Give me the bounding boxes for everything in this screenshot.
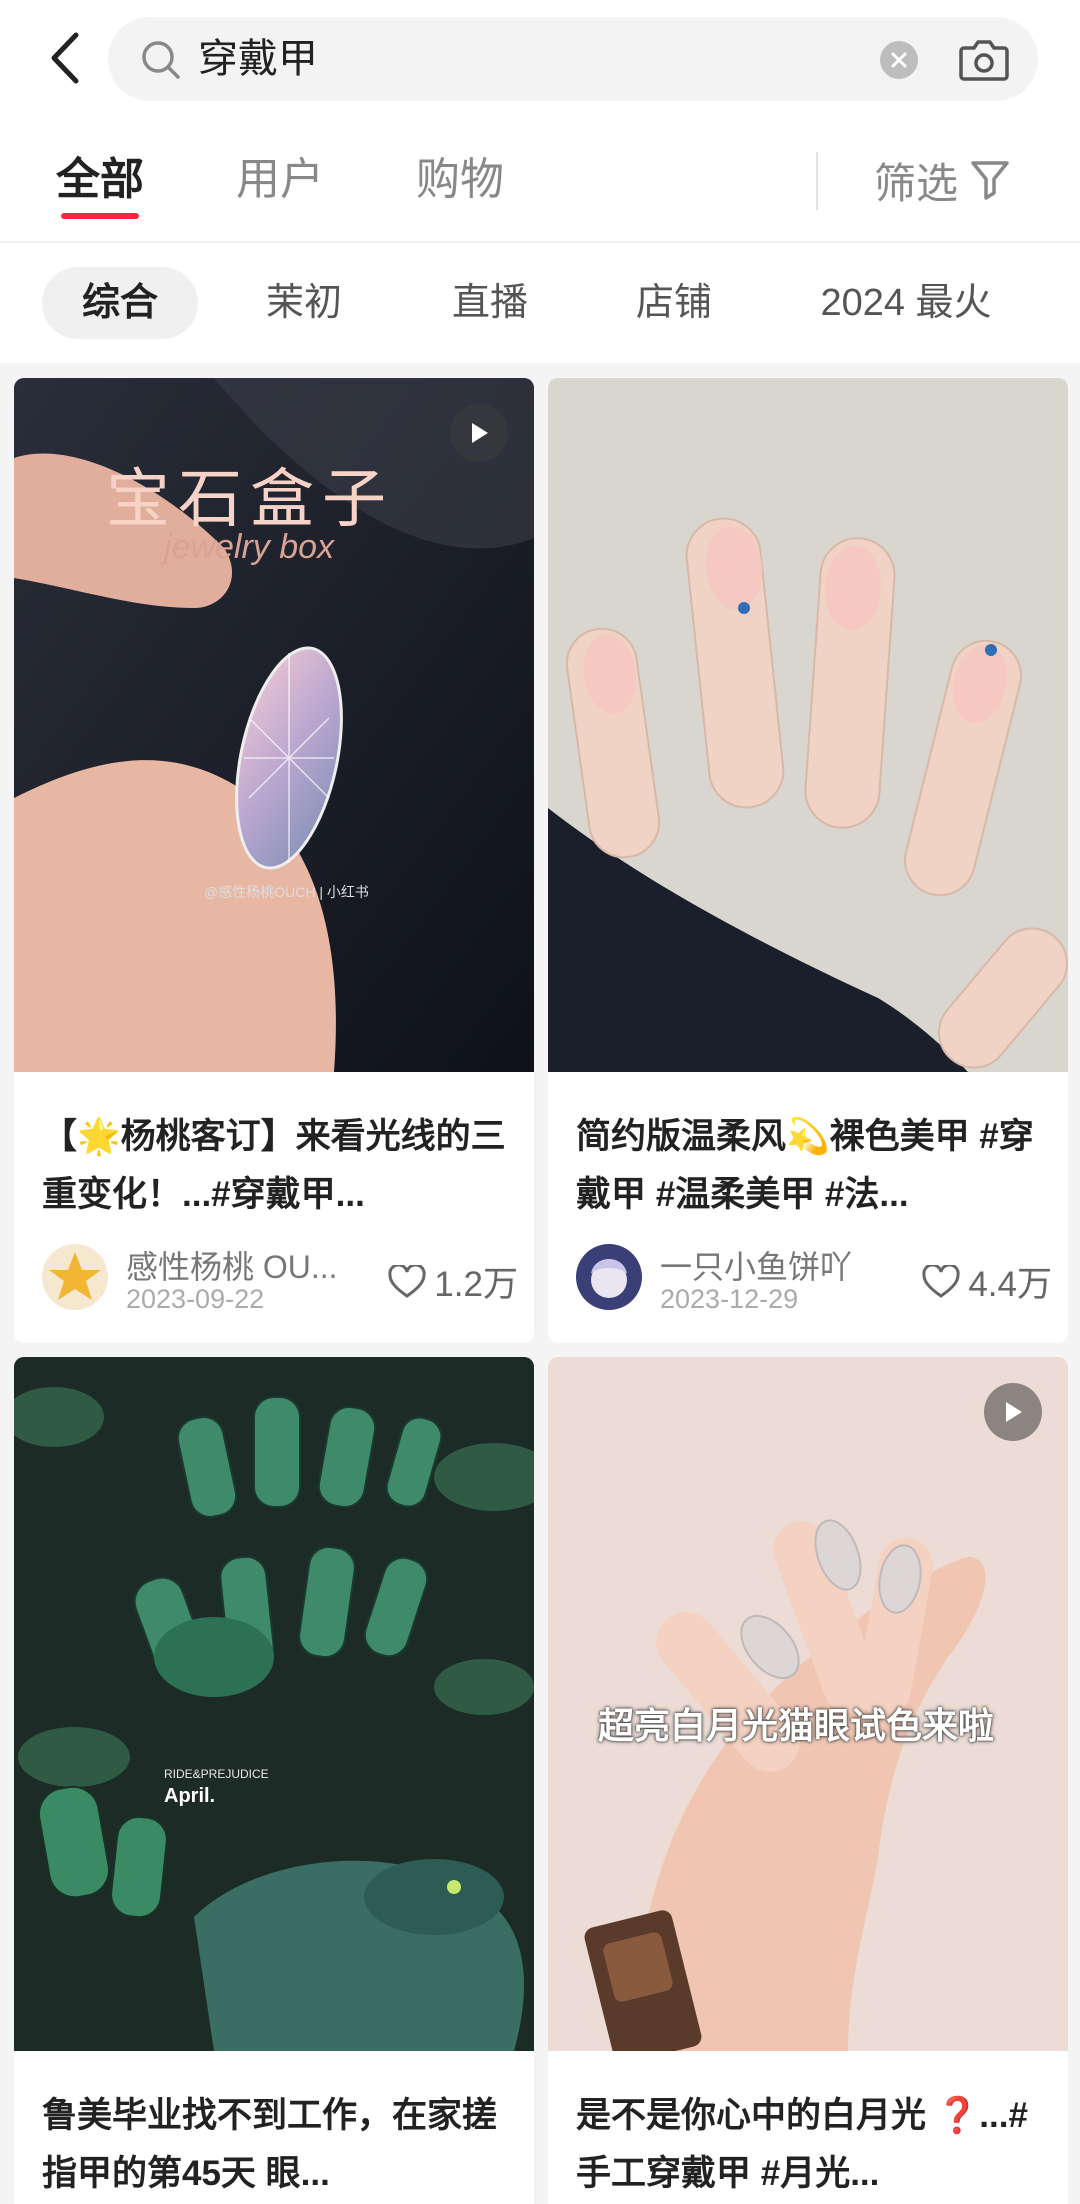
avatar-image [576,1244,642,1310]
author-name[interactable]: 感性杨桃 OU... [126,1242,356,1288]
video-badge [984,1383,1042,1441]
chip-2024-hottest[interactable]: 2024 最火 [800,267,1012,339]
image-month-text: April. [164,1785,216,1807]
sub-tab-bar: 综合 茉初 直播 店铺 2024 最火 [0,243,1080,363]
search-input[interactable]: 穿戴甲 [108,17,1038,101]
video-badge [450,404,508,462]
note-cover-image[interactable]: RIDE&PREJUDICE April. [14,1357,534,2051]
clear-search-button[interactable] [880,41,918,79]
back-arrow-icon [51,32,79,84]
image-subtitle-text: jewelry box [164,528,335,566]
tab-all[interactable]: 全部 [56,150,144,210]
search-icon [142,41,180,79]
image-brand-text: RIDE&PREJUDICE [164,1767,269,1781]
image-title-text: 宝石盒子 [106,463,394,535]
nail-photo [548,378,1068,1072]
filter-label: 筛选 [874,159,959,207]
like-button[interactable]: 4.4万 [922,1256,1052,1307]
camera-search-icon[interactable] [958,34,1010,84]
search-query: 穿戴甲 [198,37,318,81]
active-tab-indicator [61,213,139,219]
heart-icon [388,1264,426,1298]
back-button[interactable] [40,26,90,90]
image-caption-text: 超亮白月光猫眼试色来啦 [598,1705,995,1746]
note-title: 鲁美毕业找不到工作，在家搓指甲的第45天 眼... [42,2096,498,2193]
chip-mochu[interactable]: 茉初 [232,267,376,339]
author-name[interactable]: 一只小鱼饼吖 [660,1242,890,1288]
note-cover-image[interactable] [548,378,1068,1072]
play-icon [1006,1402,1022,1422]
image-watermark-text: @感性杨桃OUCH | 小红书 [204,884,369,900]
like-count: 1.2万 [434,1265,518,1304]
filter-funnel-icon [971,161,1009,200]
note-card[interactable]: 超亮白月光猫眼试色来啦 是不是你心中的白月光 ❓...#手工穿戴甲 #月光... [548,1357,1068,2204]
post-date: 2023-09-22 [126,1284,265,1314]
note-cover-image[interactable]: 宝石盒子 jewelry box @感性杨桃OUCH | 小红书 [14,378,534,1072]
note-card[interactable]: 宝石盒子 jewelry box @感性杨桃OUCH | 小红书 【🌟杨桃客订】… [14,378,534,1343]
note-meta: 一只小鱼饼吖 2023-12-29 4.4万 [576,1240,1056,1316]
nail-photo [14,1357,534,2051]
note-cover-image[interactable]: 超亮白月光猫眼试色来啦 [548,1357,1068,2051]
chip-store[interactable]: 店铺 [602,267,746,339]
tab-users[interactable]: 用户 [236,150,324,210]
play-icon [472,423,488,443]
avatar-image [42,1244,108,1310]
tab-divider [816,152,818,210]
like-count: 4.4万 [968,1265,1052,1304]
chip-comprehensive[interactable]: 综合 [42,267,198,339]
close-icon [891,52,907,68]
note-meta: 感性杨桃 OU... 2023-09-22 1.2万 [42,1240,522,1316]
filter-button[interactable]: 筛选 [874,150,1010,210]
note-title: 【🌟杨桃客订】来看光线的三重变化！...#穿戴甲... [42,1117,506,1214]
post-date: 2023-12-29 [660,1284,799,1314]
avatar[interactable] [576,1244,642,1310]
like-button[interactable]: 1.2万 [388,1256,518,1307]
top-bar: 穿戴甲 [0,0,1080,120]
note-card[interactable]: RIDE&PREJUDICE April. 鲁美毕业找不到工作，在家搓指甲的第4… [14,1357,534,2204]
note-title: 是不是你心中的白月光 ❓...#手工穿戴甲 #月光... [576,2096,1028,2193]
avatar[interactable] [42,1244,108,1310]
tab-shopping[interactable]: 购物 [416,150,504,210]
chip-live[interactable]: 直播 [418,267,562,339]
note-title: 简约版温柔风💫裸色美甲 #穿戴甲 #温柔美甲 #法... [576,1117,1034,1214]
note-card[interactable]: 简约版温柔风💫裸色美甲 #穿戴甲 #温柔美甲 #法... 一只小鱼饼吖 2023… [548,378,1068,1343]
heart-icon [922,1264,960,1298]
